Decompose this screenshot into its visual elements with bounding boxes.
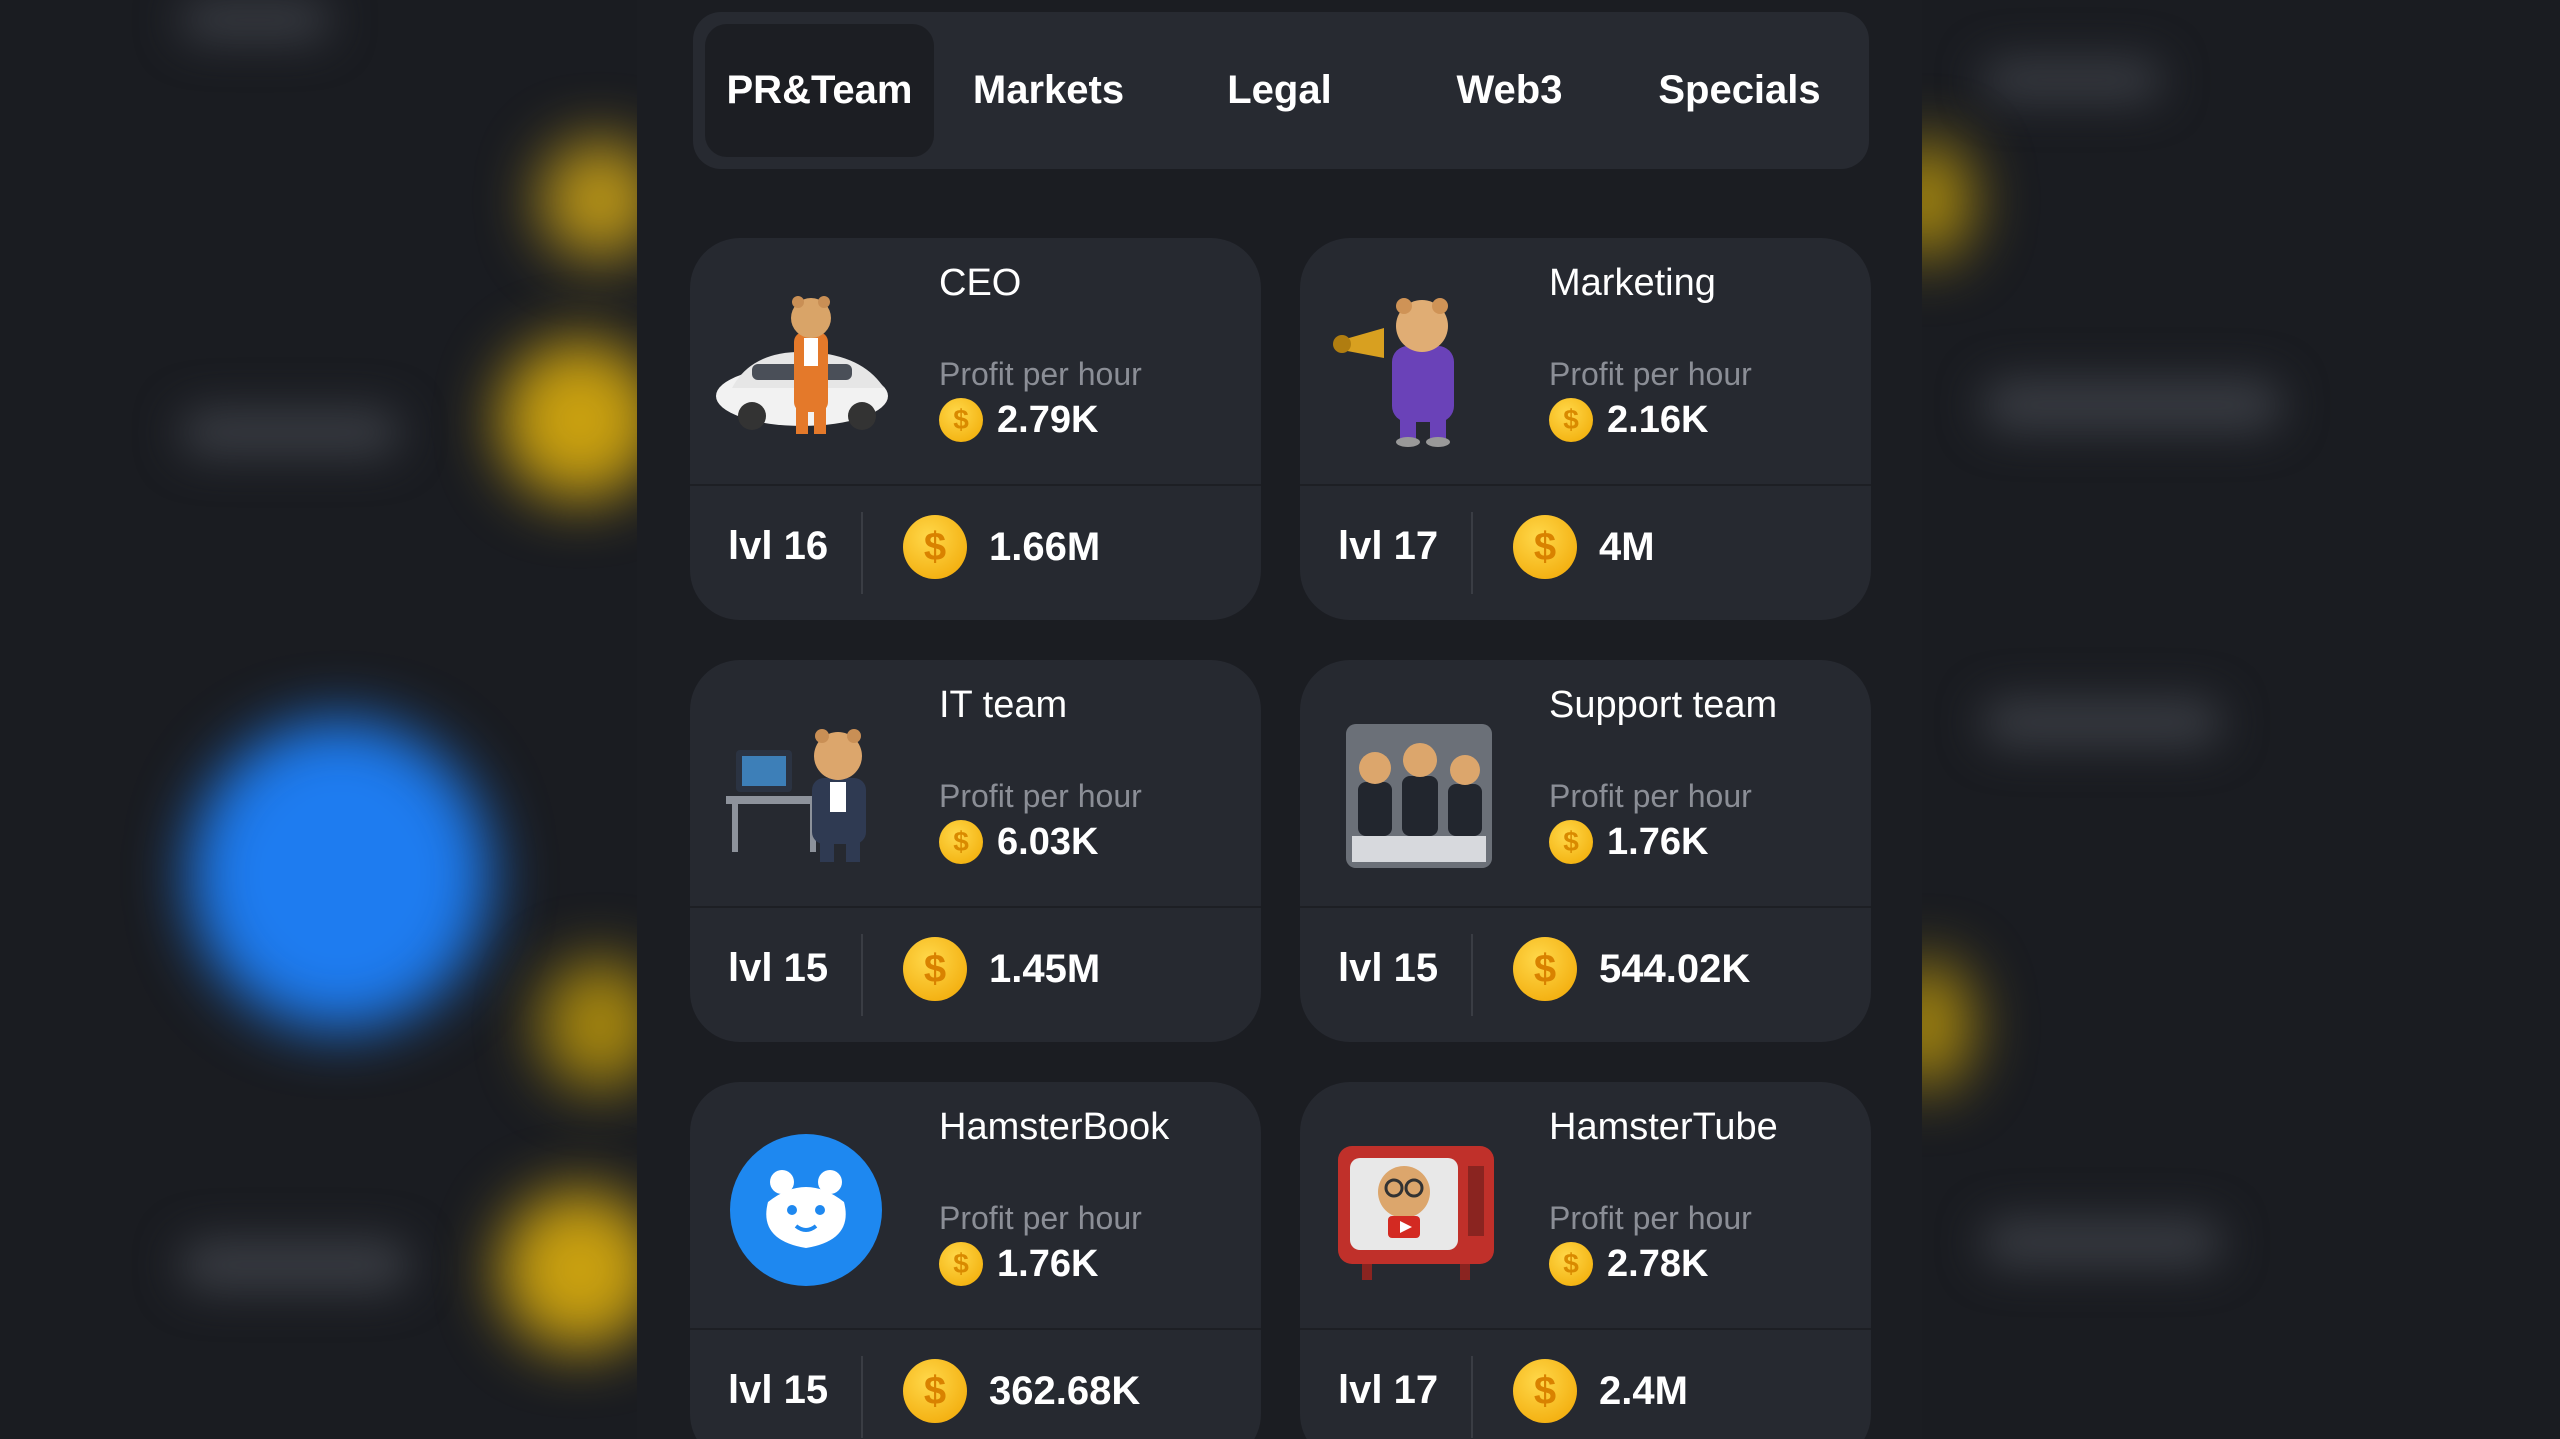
- profit-value: 1.76K: [997, 1242, 1099, 1285]
- divider: [861, 934, 863, 1016]
- category-tabs: PR&Team Markets Legal Web3 Specials: [693, 12, 1869, 169]
- level-label: lvl 17: [1338, 524, 1439, 568]
- profit-value: 2.79K: [997, 398, 1099, 441]
- tab-specials[interactable]: Specials: [1625, 24, 1854, 157]
- level-label: lvl 15: [728, 1368, 829, 1412]
- card-title: CEO: [939, 262, 1022, 304]
- blurred-backdrop-right: [1922, 0, 2560, 1439]
- upgrade-cost: $ 4M: [1513, 515, 1655, 579]
- divider: [1471, 934, 1473, 1016]
- level-label: lvl 16: [728, 524, 829, 568]
- cost-value: 4M: [1599, 524, 1655, 569]
- card-title: HamsterTube: [1549, 1106, 1778, 1148]
- profit-per-hour: $ 6.03K: [939, 820, 1098, 864]
- upgrade-cost: $ 544.02K: [1513, 937, 1750, 1001]
- upgrade-cost: $ 2.4M: [1513, 1359, 1688, 1423]
- upgrade-card-ceo[interactable]: CEO Profit per hour $ 2.79K lvl 16 $ 1.6…: [690, 238, 1261, 620]
- coin-icon: $: [1549, 398, 1593, 442]
- blurred-backdrop-left: [0, 0, 637, 1439]
- coin-icon: $: [1513, 937, 1577, 1001]
- coin-icon: $: [939, 1242, 983, 1286]
- profit-per-hour: $ 2.16K: [1549, 398, 1708, 442]
- coin-icon: $: [1513, 515, 1577, 579]
- cost-value: 362.68K: [989, 1368, 1141, 1413]
- profit-value: 2.16K: [1607, 398, 1709, 441]
- tab-web3[interactable]: Web3: [1395, 24, 1624, 157]
- upgrade-card-support-team[interactable]: Support team Profit per hour $ 1.76K lvl…: [1300, 660, 1871, 1042]
- level-label: lvl 15: [1338, 946, 1439, 990]
- profit-per-hour-label: Profit per hour: [939, 1200, 1142, 1236]
- upgrade-cost: $ 1.45M: [903, 937, 1100, 1001]
- hamster-ceo-car-icon: [716, 296, 888, 434]
- mine-screen: PR&Team Markets Legal Web3 Specials CEO …: [637, 0, 1922, 1439]
- hamster-computer-desk-icon: [726, 729, 866, 862]
- profit-per-hour-label: Profit per hour: [939, 356, 1142, 392]
- profit-per-hour: $ 1.76K: [1549, 820, 1708, 864]
- profit-per-hour-label: Profit per hour: [1549, 356, 1752, 392]
- profit-value: 1.76K: [1607, 820, 1709, 863]
- cost-value: 1.45M: [989, 946, 1101, 991]
- cost-value: 544.02K: [1599, 946, 1751, 991]
- profit-value: 6.03K: [997, 820, 1099, 863]
- card-title: Marketing: [1549, 262, 1716, 304]
- card-title: Support team: [1549, 684, 1778, 726]
- tab-pr-team[interactable]: PR&Team: [705, 24, 934, 157]
- tab-legal[interactable]: Legal: [1165, 24, 1394, 157]
- coin-icon: $: [1549, 820, 1593, 864]
- divider: [861, 512, 863, 594]
- profit-value: 2.78K: [1607, 1242, 1709, 1285]
- profit-per-hour-label: Profit per hour: [1549, 1200, 1752, 1236]
- coin-icon: $: [939, 398, 983, 442]
- hamster-tv-icon: [1338, 1146, 1494, 1280]
- profit-per-hour: $ 1.76K: [939, 1242, 1098, 1286]
- profit-per-hour: $ 2.79K: [939, 398, 1098, 442]
- level-label: lvl 17: [1338, 1368, 1439, 1412]
- divider: [861, 1356, 863, 1438]
- coin-icon: $: [903, 1359, 967, 1423]
- divider: [1471, 512, 1473, 594]
- coin-icon: $: [1549, 1242, 1593, 1286]
- upgrade-card-marketing[interactable]: Marketing Profit per hour $ 2.16K lvl 17…: [1300, 238, 1871, 620]
- tab-markets[interactable]: Markets: [934, 24, 1163, 157]
- upgrade-cost: $ 362.68K: [903, 1359, 1140, 1423]
- cost-value: 1.66M: [989, 524, 1101, 569]
- card-title: IT team: [939, 684, 1068, 726]
- coin-icon: $: [903, 515, 967, 579]
- card-title: HamsterBook: [939, 1106, 1170, 1148]
- upgrade-card-hamsterbook[interactable]: HamsterBook Profit per hour $ 1.76K lvl …: [690, 1082, 1261, 1439]
- divider: [1471, 1356, 1473, 1438]
- upgrade-cost: $ 1.66M: [903, 515, 1100, 579]
- hamsterbook-logo-icon: [730, 1134, 882, 1286]
- profit-per-hour-label: Profit per hour: [939, 778, 1142, 814]
- level-label: lvl 15: [728, 946, 829, 990]
- coin-icon: $: [939, 820, 983, 864]
- coin-icon: $: [1513, 1359, 1577, 1423]
- profit-per-hour-label: Profit per hour: [1549, 778, 1752, 814]
- cost-value: 2.4M: [1599, 1368, 1688, 1413]
- upgrade-card-it-team[interactable]: IT team Profit per hour $ 6.03K lvl 15 $…: [690, 660, 1261, 1042]
- hamster-megaphone-icon: [1333, 298, 1454, 447]
- coin-icon: $: [903, 937, 967, 1001]
- hamster-support-team-icon: [1346, 724, 1492, 868]
- profit-per-hour: $ 2.78K: [1549, 1242, 1708, 1286]
- upgrade-card-hamstertube[interactable]: HamsterTube Profit per hour $ 2.78K lvl …: [1300, 1082, 1871, 1439]
